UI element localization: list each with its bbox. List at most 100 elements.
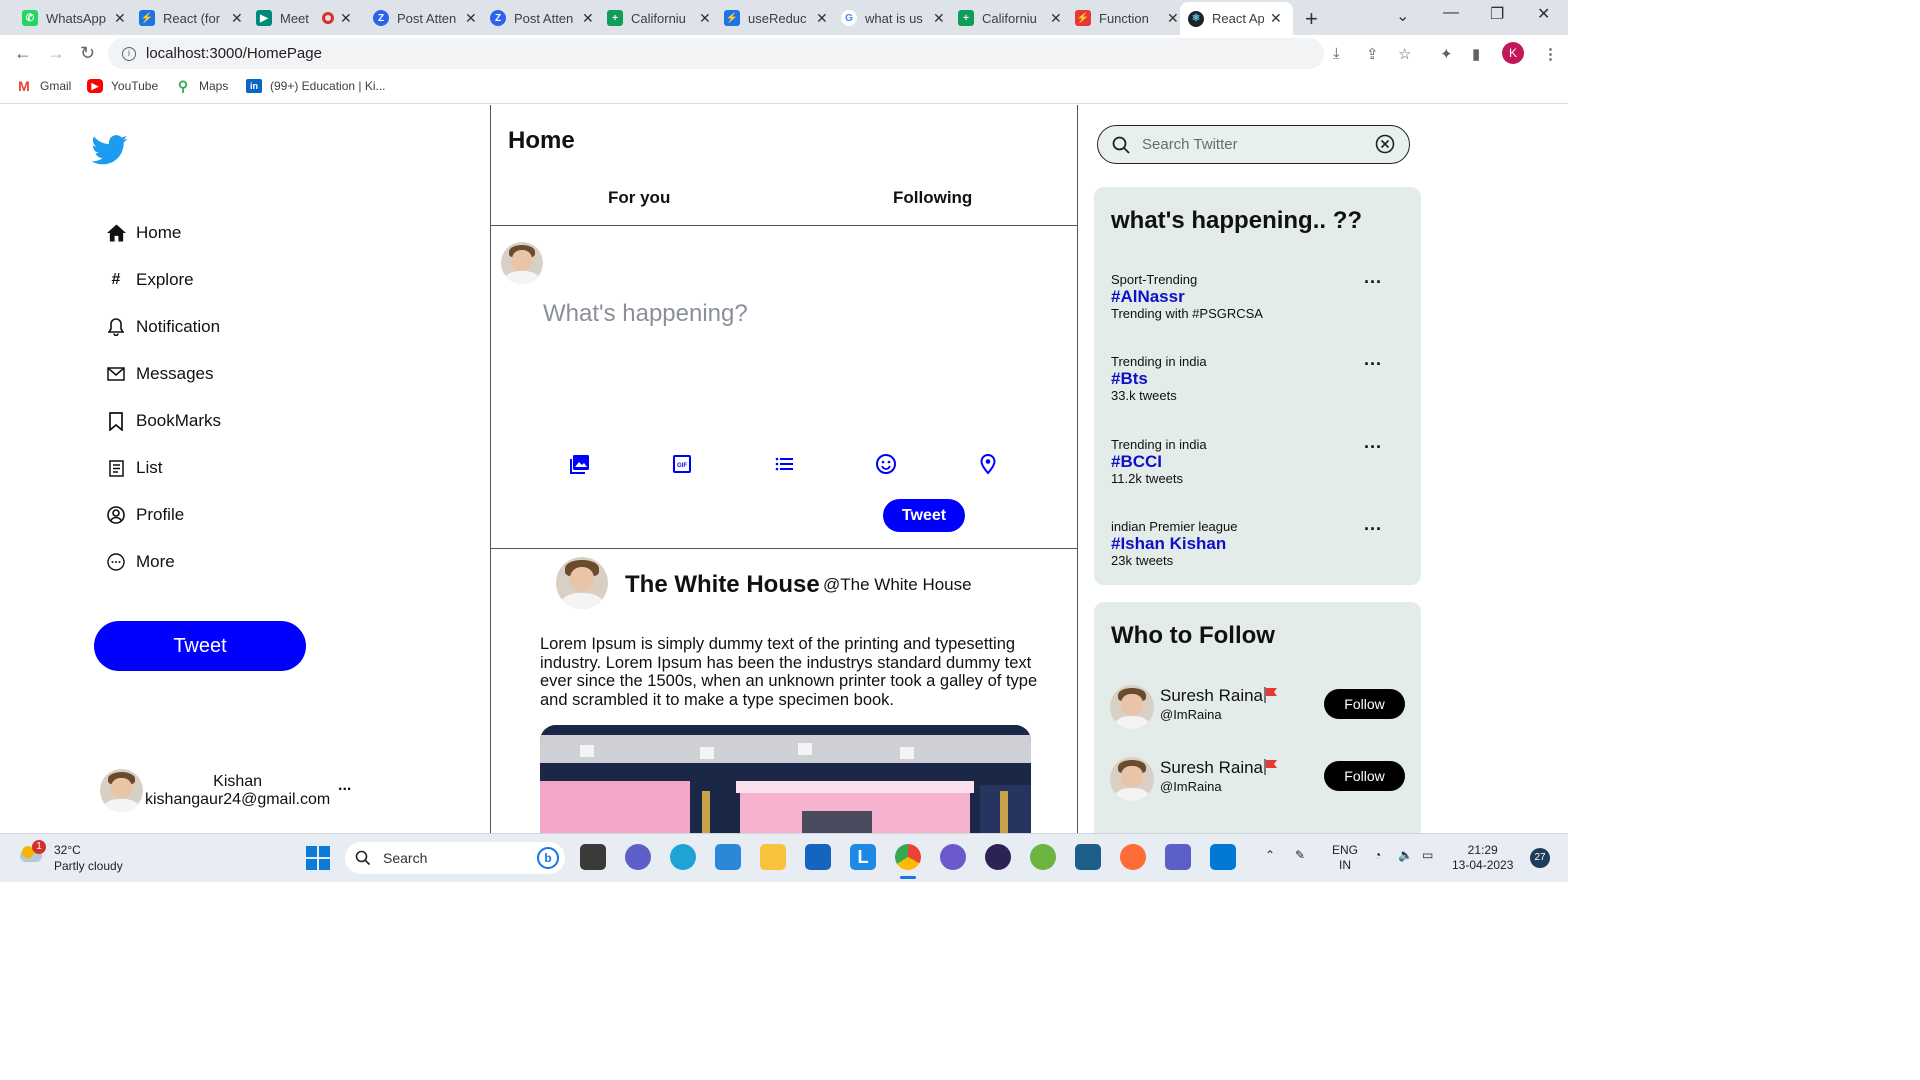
url-text[interactable]: localhost:3000/HomePage xyxy=(146,45,322,62)
poll-list-icon[interactable] xyxy=(773,453,795,475)
sidebar-tweet-button[interactable]: Tweet xyxy=(94,621,306,671)
close-tab-icon[interactable]: ✕ xyxy=(465,10,477,27)
task-view-icon[interactable] xyxy=(580,844,606,870)
close-tab-icon[interactable]: ✕ xyxy=(114,10,126,27)
search-input[interactable] xyxy=(1142,136,1362,153)
file-explorer-icon[interactable] xyxy=(760,844,786,870)
eclipse-icon[interactable] xyxy=(985,844,1011,870)
calculator-icon[interactable] xyxy=(715,844,741,870)
twitter-logo-icon[interactable] xyxy=(92,135,128,165)
edge-icon[interactable] xyxy=(670,844,696,870)
windows-start-icon[interactable] xyxy=(306,846,330,870)
compose-tweet-button[interactable]: Tweet xyxy=(883,499,965,532)
nav-messages[interactable]: Messages xyxy=(106,364,213,384)
reload-icon[interactable]: ↻ xyxy=(80,43,95,64)
nav-home[interactable]: Home xyxy=(106,223,181,243)
nav-more[interactable]: More xyxy=(106,552,175,572)
trend-item[interactable]: Trending in india #Bts 33.k tweets ··· xyxy=(1111,354,1411,403)
bookmark-star-icon[interactable]: ☆ xyxy=(1398,45,1411,63)
nav-profile[interactable]: Profile xyxy=(106,505,184,525)
trend-more-icon[interactable]: ··· xyxy=(1364,354,1382,375)
nav-bookmarks[interactable]: BookMarks xyxy=(106,411,221,431)
close-tab-icon[interactable]: ✕ xyxy=(231,10,243,27)
tray-overflow-icon[interactable]: ⌃ xyxy=(1265,848,1275,863)
browser-tab[interactable]: ✆ WhatsApp ✕ xyxy=(14,4,134,32)
tweet-post[interactable]: The White House @The White House Lorem I… xyxy=(491,549,1077,833)
spring-tools-icon[interactable] xyxy=(1030,844,1056,870)
volume-icon[interactable]: 🔈 xyxy=(1398,848,1413,863)
chrome-menu-icon[interactable]: ⋮ xyxy=(1543,45,1558,63)
restore-button[interactable]: ❐ xyxy=(1490,4,1504,24)
close-tab-icon[interactable]: ✕ xyxy=(1050,10,1062,27)
trend-item[interactable]: indian Premier league #Ishan Kishan 23k … xyxy=(1111,519,1411,568)
nav-notification[interactable]: Notification xyxy=(106,317,220,337)
follow-name[interactable]: Suresh Raina xyxy=(1160,686,1263,706)
minimize-button[interactable]: — xyxy=(1443,4,1459,22)
browser-tab[interactable]: + Californiu ✕ xyxy=(599,4,719,32)
close-tab-icon[interactable]: ✕ xyxy=(816,10,828,27)
share-icon[interactable]: ⇪ xyxy=(1366,45,1379,63)
bookmark-youtube[interactable]: ▶ YouTube xyxy=(87,79,158,93)
nav-list[interactable]: List xyxy=(106,458,162,478)
location-icon[interactable] xyxy=(977,453,999,475)
bookmark-maps[interactable]: ⚲ Maps xyxy=(175,78,228,94)
copilot-icon[interactable] xyxy=(940,844,966,870)
omnibox[interactable]: i localhost:3000/HomePage xyxy=(108,38,1324,69)
postman-icon[interactable] xyxy=(1120,844,1146,870)
post-author-handle[interactable]: @The White House xyxy=(823,575,972,595)
pen-icon[interactable]: ✎ xyxy=(1295,848,1305,863)
vscode-icon[interactable] xyxy=(1210,844,1236,870)
trend-item[interactable]: Sport-Trending #AlNassr Trending with #P… xyxy=(1111,272,1411,321)
trend-item[interactable]: Trending in india #BCCI 11.2k tweets ··· xyxy=(1111,437,1411,486)
mysql-workbench-icon[interactable] xyxy=(1075,844,1101,870)
language-indicator[interactable]: ENG IN xyxy=(1332,843,1358,873)
follow-name[interactable]: Suresh Raina xyxy=(1160,758,1263,778)
taskbar-search[interactable]: Search b xyxy=(345,842,565,874)
close-tab-icon[interactable]: ✕ xyxy=(582,10,594,27)
close-tab-icon[interactable]: ✕ xyxy=(340,10,352,27)
extensions-icon[interactable]: ✦ xyxy=(1440,45,1453,63)
search-box[interactable] xyxy=(1097,125,1410,164)
compose-input[interactable]: What's happening? xyxy=(543,300,748,328)
close-tab-icon[interactable]: ✕ xyxy=(1167,10,1179,27)
close-tab-icon[interactable]: ✕ xyxy=(1270,10,1282,27)
avatar[interactable] xyxy=(1110,757,1154,801)
trend-more-icon[interactable]: ··· xyxy=(1364,437,1382,458)
image-icon[interactable] xyxy=(569,453,591,475)
browser-tab[interactable]: ⚡ Function ✕ xyxy=(1067,4,1187,32)
emoji-icon[interactable] xyxy=(875,453,897,475)
tab-following[interactable]: Following xyxy=(893,188,972,208)
new-tab-button[interactable]: + xyxy=(1305,6,1318,32)
back-icon[interactable]: ← xyxy=(14,43,32,64)
close-window-button[interactable]: ✕ xyxy=(1537,4,1550,24)
close-tab-icon[interactable]: ✕ xyxy=(933,10,945,27)
account-switcher[interactable]: Kishan kishangaur24@gmail.com ... xyxy=(100,769,351,812)
chrome-icon[interactable] xyxy=(895,844,921,870)
follow-button[interactable]: Follow xyxy=(1324,761,1405,791)
profile-avatar[interactable]: K xyxy=(1502,42,1524,64)
tab-for-you[interactable]: For you xyxy=(608,188,670,208)
chat-icon[interactable] xyxy=(625,844,651,870)
forward-icon[interactable]: → xyxy=(47,43,65,64)
learning-app-icon[interactable]: L xyxy=(850,844,876,870)
post-author-name[interactable]: The White House xyxy=(625,571,820,599)
store-icon[interactable] xyxy=(805,844,831,870)
close-tab-icon[interactable]: ✕ xyxy=(699,10,711,27)
browser-tab[interactable]: ⚡ useReduc ✕ xyxy=(716,4,836,32)
browser-tab[interactable]: ⚡ React (for ✕ xyxy=(131,4,251,32)
clock[interactable]: 21:29 13-04-2023 xyxy=(1452,843,1513,873)
browser-tab[interactable]: Z Post Atten ✕ xyxy=(365,4,485,32)
browser-tab[interactable]: + Californiu ✕ xyxy=(950,4,1070,32)
side-panel-icon[interactable]: ▮ xyxy=(1472,45,1480,63)
tab-search-icon[interactable]: ⌄ xyxy=(1396,6,1409,26)
weather-widget[interactable]: 1 32°C Partly cloudy xyxy=(18,840,123,874)
clear-search-icon[interactable] xyxy=(1375,134,1395,154)
site-info-icon[interactable]: i xyxy=(122,46,136,61)
browser-tab[interactable]: Z Post Atten ✕ xyxy=(482,4,602,32)
browser-tab-active[interactable]: ⚛ React App ✕ xyxy=(1180,2,1293,35)
trend-more-icon[interactable]: ··· xyxy=(1364,519,1382,540)
avatar[interactable] xyxy=(556,557,608,609)
browser-tab[interactable]: G what is us ✕ xyxy=(833,4,953,32)
gif-icon[interactable]: GIF xyxy=(671,453,693,475)
post-image[interactable] xyxy=(540,725,1031,833)
